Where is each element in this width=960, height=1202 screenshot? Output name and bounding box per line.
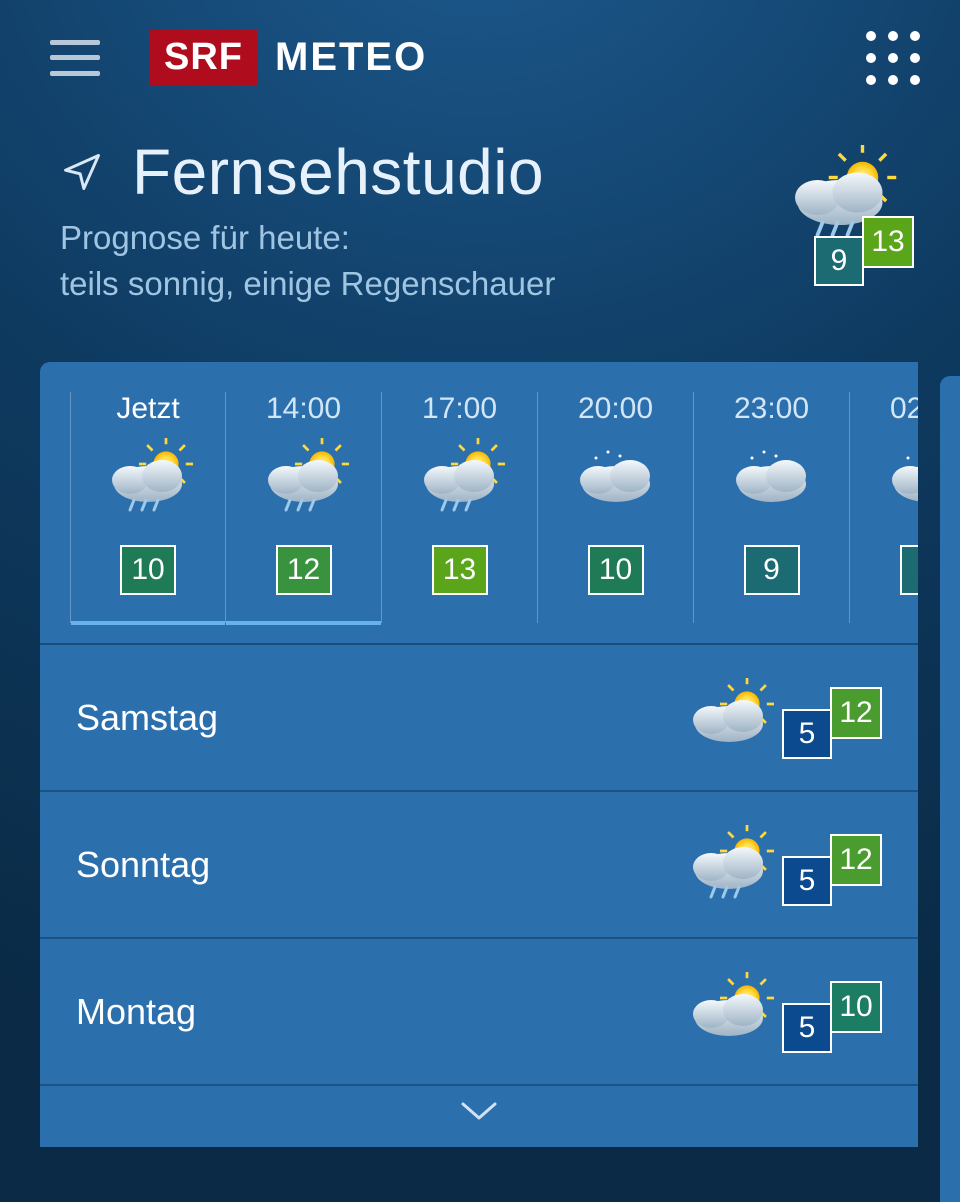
temp-high-badge: 10 [830,981,882,1033]
temp-high-badge: 13 [862,216,914,268]
day-row[interactable]: Samstag 512 [40,645,918,792]
navigation-icon [60,150,104,194]
hour-label: 17:00 [382,392,537,432]
hour-label: 23:00 [694,392,849,432]
hour-column[interactable]: 14:00 12 [226,392,382,623]
weather-icon [664,972,794,1052]
next-panel-peek[interactable] [940,376,960,1202]
weather-icon [664,825,794,905]
weather-icon [244,438,364,518]
hour-column[interactable]: 17:00 13 [382,392,538,623]
weather-icon [712,438,832,518]
app-logo[interactable]: SRF METEO [150,30,427,85]
hour-column[interactable]: 20:00 10 [538,392,694,623]
hourly-forecast[interactable]: Jetzt 10 14:00 12 17:00 13 20:00 10 23:00 9 02:00 8 [40,362,918,643]
weather-icon [400,438,520,518]
hour-label: 20:00 [538,392,693,432]
day-row[interactable]: Montag 510 [40,939,918,1086]
day-name: Samstag [76,697,664,739]
chevron-down-icon [457,1098,501,1124]
temp-low-badge: 5 [782,1003,832,1053]
brand-badge: SRF [150,30,257,85]
hour-label: 02:00 [850,392,918,432]
temp-low-badge: 5 [782,709,832,759]
temp-low-badge: 9 [814,236,864,286]
hour-temp-badge: 9 [744,545,800,595]
hour-label: 14:00 [226,392,381,432]
weather-icon [664,678,794,758]
temp-low-badge: 5 [782,856,832,906]
forecast-panel: Jetzt 10 14:00 12 17:00 13 20:00 10 23:00 9 02:00 8… [40,362,918,1147]
weather-icon [556,438,676,518]
temp-high-badge: 12 [830,834,882,886]
weather-icon [868,438,919,518]
day-name: Sonntag [76,844,664,886]
hour-temp-badge: 13 [432,545,488,595]
app-header: SRF METEO [0,0,960,105]
forecast-description: Prognose für heute: teils sonnig, einige… [60,215,770,307]
hour-column[interactable]: 02:00 8 [850,392,918,623]
brand-text: METEO [275,35,427,80]
temp-high-badge: 12 [830,687,882,739]
day-name: Montag [76,991,664,1033]
hour-temp-badge: 10 [120,545,176,595]
hour-label: Jetzt [71,392,225,432]
location-block: Fernsehstudio Prognose für heute: teils … [0,105,960,332]
weather-icon [88,438,208,518]
menu-icon[interactable] [50,40,100,76]
daily-forecast: Samstag512Sonntag512Montag510 [40,643,918,1086]
location-title[interactable]: Fernsehstudio [60,135,770,209]
hour-temp-badge: 12 [276,545,332,595]
day-row[interactable]: Sonntag 512 [40,792,918,939]
expand-row[interactable] [40,1086,918,1147]
hour-temp-badge: 8 [900,545,919,595]
apps-grid-icon[interactable] [866,31,920,85]
today-summary[interactable]: 9 13 [770,145,910,250]
hour-temp-badge: 10 [588,545,644,595]
hour-column[interactable]: 23:00 9 [694,392,850,623]
location-name: Fernsehstudio [132,135,544,209]
hour-column[interactable]: Jetzt 10 [70,392,226,623]
